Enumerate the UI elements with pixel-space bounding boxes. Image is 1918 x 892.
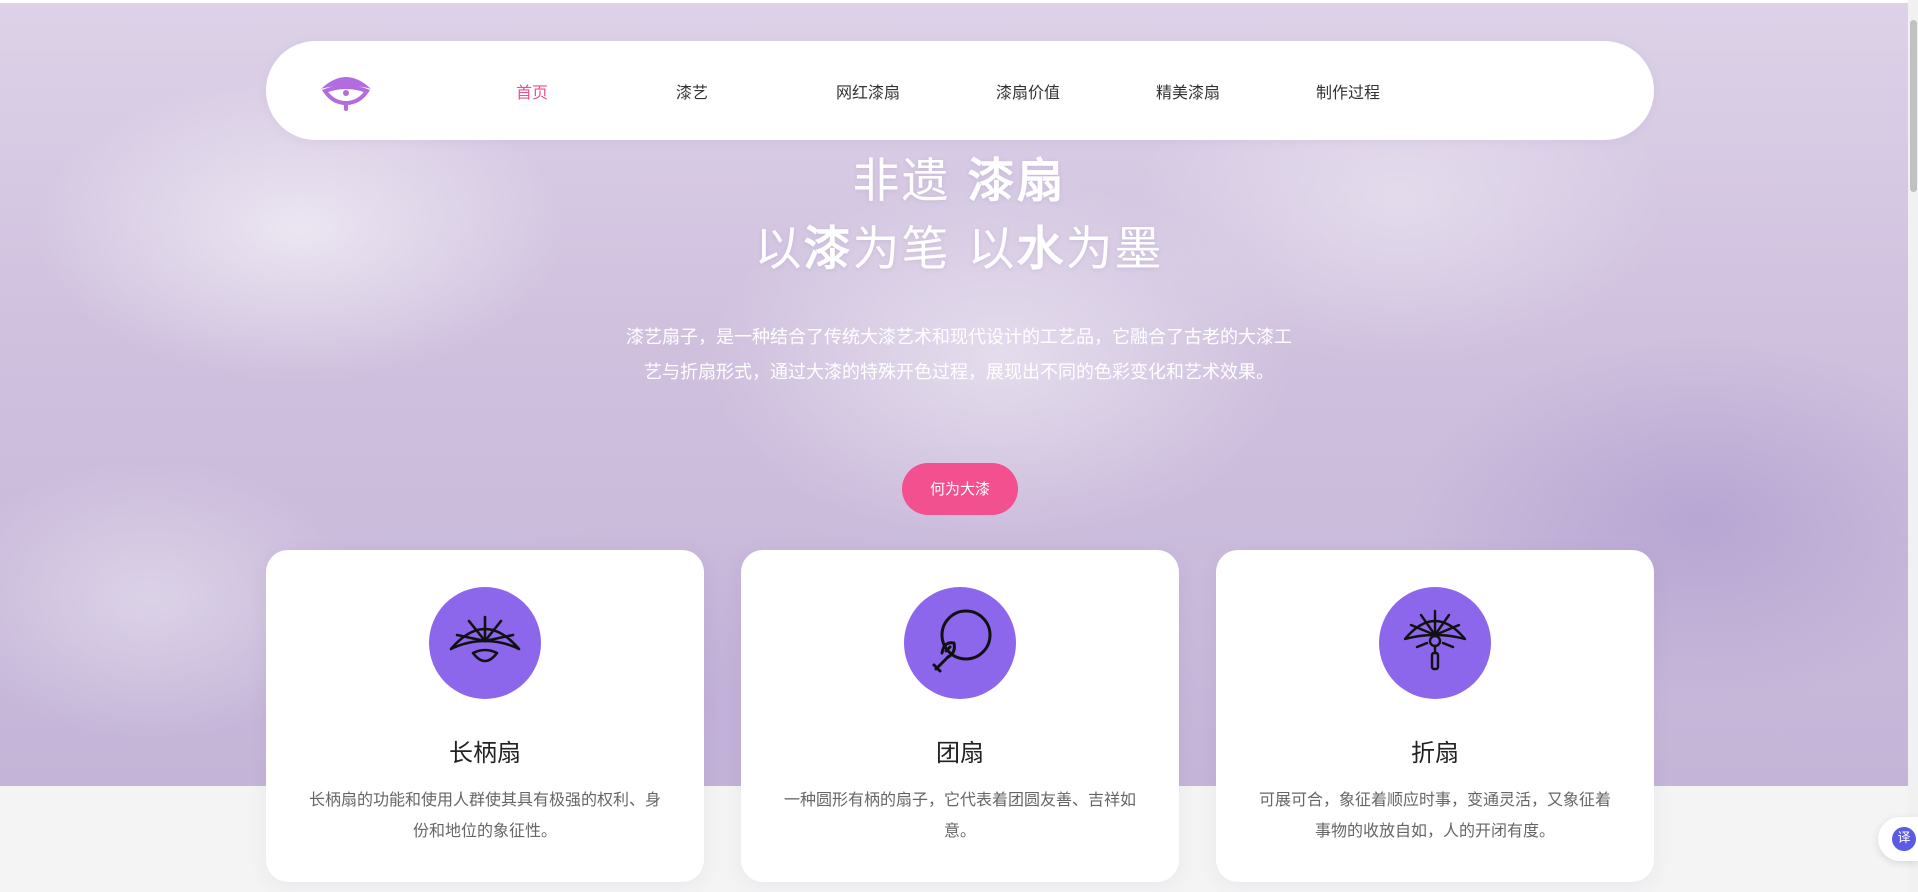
- card-title: 长柄扇: [449, 739, 521, 767]
- hero-title-line2: 以漆为笔 以水为墨: [0, 222, 1918, 278]
- tassel-fan-icon: [1403, 609, 1467, 671]
- translate-button[interactable]: 译: [1878, 817, 1918, 861]
- hero-slogan-emphasis: 水: [1016, 222, 1066, 277]
- nav-item-lacquer-art[interactable]: 漆艺: [676, 79, 708, 103]
- card-description: 长柄扇的功能和使用人群使其具有极强的权利、身份和地位的象征性。: [308, 790, 661, 840]
- fan-card-round[interactable]: 团扇 一种圆形有柄的扇子，它代表着团圆友善、吉祥如意。: [741, 550, 1179, 882]
- icon-circle: [904, 587, 1016, 699]
- round-fan-icon: [932, 609, 992, 673]
- icon-circle: [1379, 587, 1491, 699]
- top-border: [0, 0, 1918, 3]
- fan-logo-icon[interactable]: [317, 69, 375, 113]
- icon-circle: [429, 587, 541, 699]
- translate-icon: 译: [1892, 827, 1916, 851]
- nav-item-exquisite-fans[interactable]: 精美漆扇: [1156, 79, 1220, 103]
- scrollbar-thumb[interactable]: [1910, 20, 1917, 192]
- hero-slogan-emphasis: 漆: [803, 222, 853, 277]
- card-description: 一种圆形有柄的扇子，它代表着团圆友善、吉祥如意。: [783, 790, 1136, 840]
- hero-title-text: 非遗: [852, 154, 968, 209]
- nav-item-fan-value[interactable]: 漆扇价值: [996, 79, 1060, 103]
- folding-fan-icon: [449, 615, 521, 663]
- hero-description: 漆艺扇子，是一种结合了传统大漆艺术和现代设计的工艺品，它融合了古老的大漆工艺与折…: [626, 327, 1292, 383]
- hero-title-line1: 非遗 漆扇: [0, 154, 1918, 210]
- card-description: 可展可合，象征着顺应时事，变通灵活，又象征着事物的收放自如，人的开闭有度。: [1258, 790, 1611, 840]
- hero-title-emphasis: 漆扇: [967, 154, 1066, 209]
- navbar: 首页 漆艺 网红漆扇 漆扇价值 精美漆扇 制作过程: [266, 41, 1654, 140]
- what-is-lacquer-button[interactable]: 何为大漆: [902, 463, 1018, 515]
- card-title: 折扇: [1411, 739, 1459, 767]
- nav-item-home[interactable]: 首页: [516, 79, 548, 103]
- hero-slogan-text: 为墨: [1065, 222, 1164, 277]
- fan-card-folding[interactable]: 折扇 可展可合，象征着顺应时事，变通灵活，又象征着事物的收放自如，人的开闭有度。: [1216, 550, 1654, 882]
- hero-slogan-text: 为笔 以: [852, 222, 1017, 277]
- hero-slogan-text: 以: [754, 222, 804, 277]
- fan-card-long-handle[interactable]: 长柄扇 长柄扇的功能和使用人群使其具有极强的权利、身份和地位的象征性。: [266, 550, 704, 882]
- card-title: 团扇: [936, 739, 984, 767]
- nav-item-popular-fans[interactable]: 网红漆扇: [836, 79, 900, 103]
- nav-item-making-process[interactable]: 制作过程: [1316, 79, 1380, 103]
